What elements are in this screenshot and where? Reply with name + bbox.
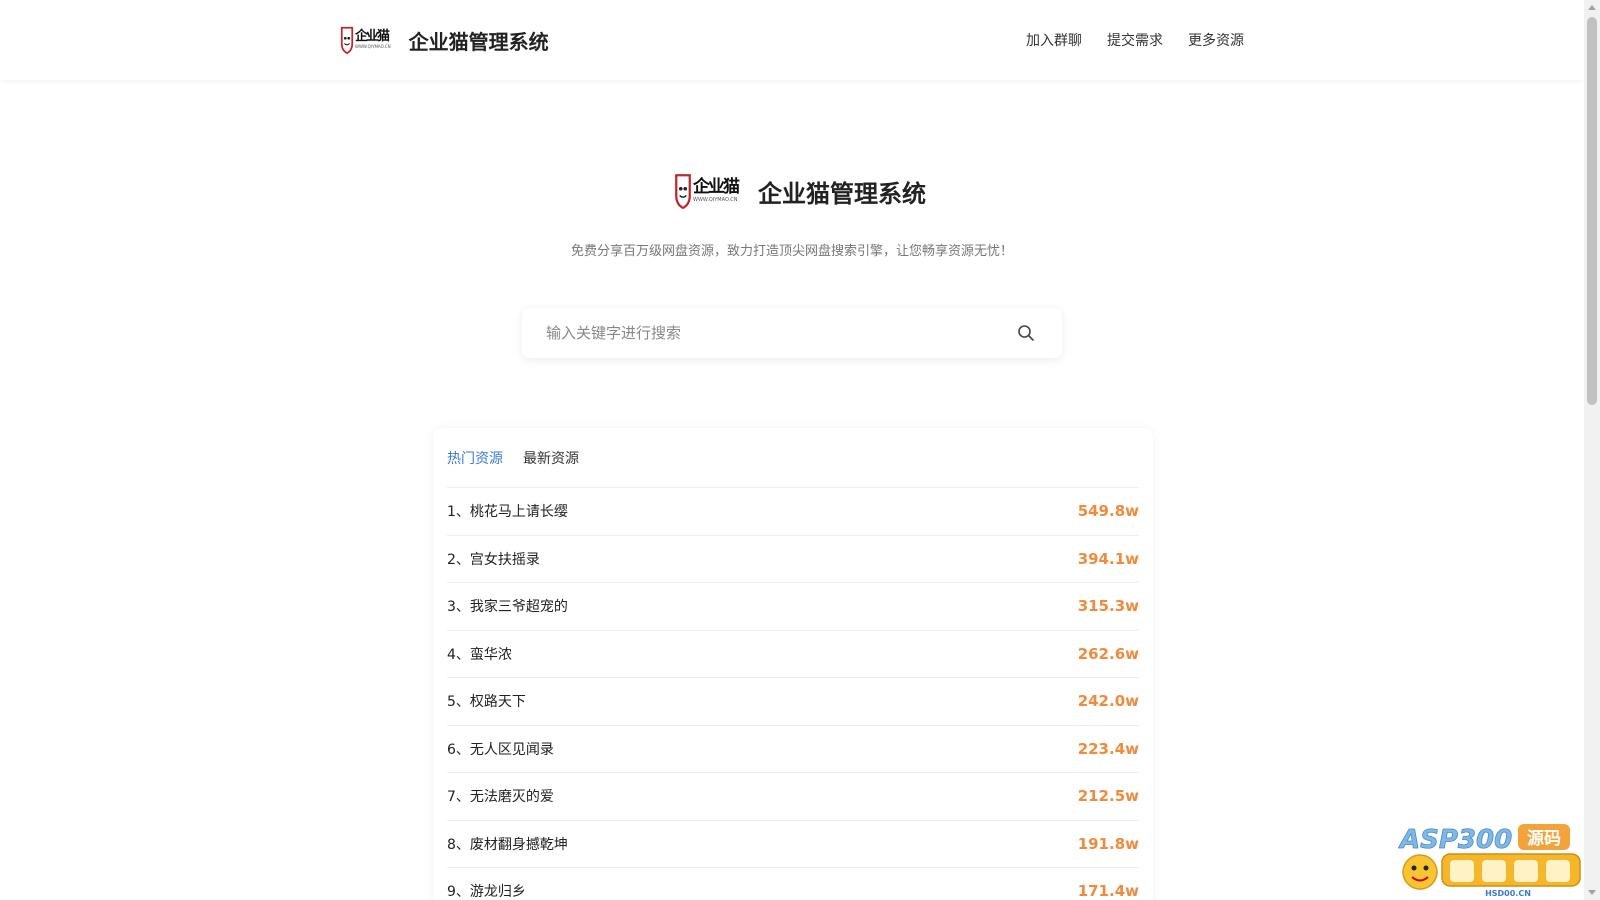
item-count: 171.4w: [1077, 882, 1139, 900]
item-title: 7、无法磨灭的爱: [447, 789, 554, 806]
item-title: 9、游龙归乡: [447, 884, 526, 900]
nav-join-group[interactable]: 加入群聊: [1026, 30, 1082, 50]
tab-latest-resources[interactable]: 最新资源: [523, 448, 579, 468]
hero-logo-shield-icon: [675, 174, 691, 210]
watermark-brand: ASP300: [1398, 825, 1512, 855]
item-title: 5、权路天下: [447, 694, 526, 711]
item-count: 549.8w: [1077, 502, 1139, 521]
hero-logo: 企业猫 WWW.QIYMAO.CN: [674, 170, 740, 212]
resource-list: 1、桃花马上请长缨 549.8w 2、宫女扶摇录 394.1w 3、我家三爷超宠…: [447, 488, 1139, 900]
list-item[interactable]: 9、游龙归乡 171.4w: [447, 868, 1139, 900]
list-item[interactable]: 4、蛮华浓 262.6w: [447, 631, 1139, 678]
hero-logo-wordmark: 企业猫: [693, 177, 740, 197]
search-input[interactable]: [546, 324, 1014, 342]
hero-logo-text: 企业猫 WWW.QIYMAO.CN: [693, 177, 740, 204]
hero-logo-url: WWW.QIYMAO.CN: [693, 197, 738, 203]
logo[interactable]: 企业猫 WWW.QIYMAO.CN: [340, 25, 391, 55]
watermark-graphic: 源码 ASP300 HSD00.CN: [1398, 824, 1581, 898]
scrollbar-thumb[interactable]: [1587, 17, 1597, 405]
item-count: 212.5w: [1077, 787, 1139, 806]
page-scrollbar[interactable]: [1584, 0, 1600, 900]
scroll-up-arrow-icon[interactable]: [1588, 5, 1596, 10]
list-item[interactable]: 1、桃花马上请长缨 549.8w: [447, 488, 1139, 536]
item-title: 6、无人区见闻录: [447, 741, 554, 758]
search-icon: [1018, 325, 1034, 341]
resource-tabs: 热门资源 最新资源: [447, 428, 1139, 488]
logo-wordmark: 企业猫: [355, 29, 390, 44]
list-item[interactable]: 2、宫女扶摇录 394.1w: [447, 536, 1139, 583]
header-inner: 企业猫 WWW.QIYMAO.CN 企业猫管理系统 加入群聊 提交需求 更多资源: [340, 0, 1244, 80]
watermark-tag: 源码: [1527, 828, 1561, 849]
list-item[interactable]: 7、无法磨灭的爱 212.5w: [447, 773, 1139, 821]
search-box: [522, 308, 1062, 358]
item-count: 242.0w: [1077, 692, 1139, 711]
nav-submit-request[interactable]: 提交需求: [1107, 30, 1163, 50]
logo-shield-icon: [340, 26, 354, 55]
list-item[interactable]: 5、权路天下 242.0w: [447, 678, 1139, 726]
brand[interactable]: 企业猫 WWW.QIYMAO.CN 企业猫管理系统: [340, 25, 549, 55]
item-count: 191.8w: [1077, 834, 1139, 853]
top-nav: 加入群聊 提交需求 更多资源: [1001, 30, 1244, 50]
list-item[interactable]: 3、我家三爷超宠的 315.3w: [447, 583, 1139, 631]
item-count: 262.6w: [1077, 644, 1139, 663]
list-item[interactable]: 6、无人区见闻录 223.4w: [447, 726, 1139, 773]
item-count: 315.3w: [1077, 597, 1139, 616]
resource-card: 热门资源 最新资源 1、桃花马上请长缨 549.8w 2、宫女扶摇录 394.1…: [433, 428, 1153, 900]
watermark-url: HSD00.CN: [1485, 889, 1531, 898]
site-title[interactable]: 企业猫管理系统: [409, 26, 549, 55]
item-count: 394.1w: [1077, 549, 1139, 568]
nav-more-resources[interactable]: 更多资源: [1188, 30, 1244, 50]
item-count: 223.4w: [1077, 739, 1139, 758]
item-title: 4、蛮华浓: [447, 646, 512, 663]
logo-text: 企业猫 WWW.QIYMAO.CN: [355, 30, 391, 50]
item-title: 3、我家三爷超宠的: [447, 599, 568, 616]
hero-title: 企业猫管理系统: [758, 179, 926, 208]
hero-brand: 企业猫 WWW.QIYMAO.CN 企业猫管理系统: [674, 170, 926, 212]
item-title: 1、桃花马上请长缨: [447, 504, 568, 521]
hero-subtitle: 免费分享百万级网盘资源，致力打造顶尖网盘搜索引擎，让您畅享资源无忧！: [570, 244, 1013, 259]
item-title: 8、废材翻身撼乾坤: [447, 836, 568, 853]
scroll-down-arrow-icon[interactable]: [1588, 890, 1596, 895]
item-title: 2、宫女扶摇录: [447, 551, 540, 568]
watermark-logo: 源码 ASP300 HSD00.CN: [1398, 822, 1588, 900]
top-header: 企业猫 WWW.QIYMAO.CN 企业猫管理系统 加入群聊 提交需求 更多资源: [0, 0, 1584, 80]
list-item[interactable]: 8、废材翻身撼乾坤 191.8w: [447, 821, 1139, 868]
tab-hot-resources[interactable]: 热门资源: [447, 448, 503, 468]
search-button[interactable]: [1014, 321, 1038, 345]
logo-url: WWW.QIYMAO.CN: [355, 44, 391, 49]
